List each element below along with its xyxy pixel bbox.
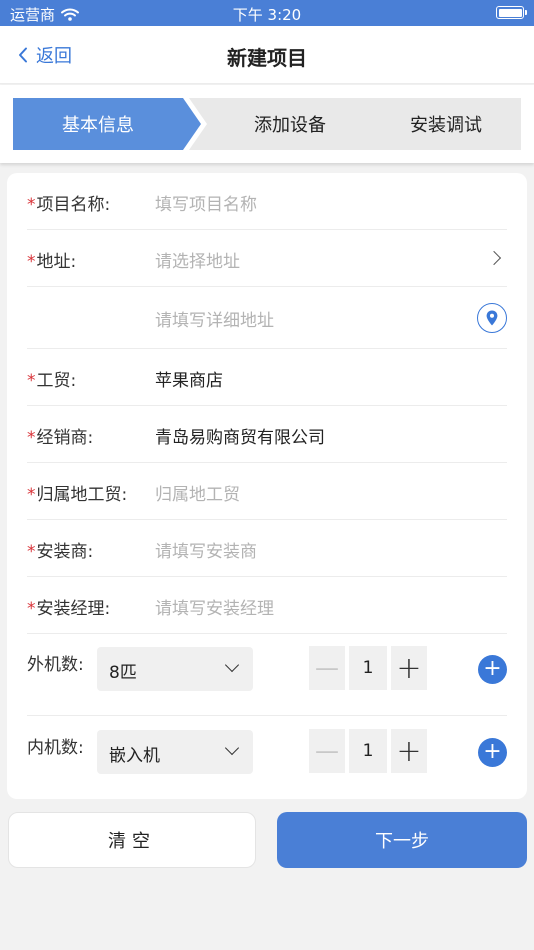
project-form: *项目名称: 填写项目名称 *地址: 请选择地址 请填写详细地址 *工贸: 苹果… — [7, 173, 527, 799]
add-indoor-button[interactable]: + — [478, 738, 507, 767]
step-add-device[interactable]: 添加设备 — [189, 98, 379, 150]
step-indicator: 基本信息 添加设备 安装调试 — [0, 85, 534, 163]
field-label: *工贸: — [27, 371, 77, 391]
home-gongmao-field[interactable]: *归属地工贸: 归属地工贸 — [27, 463, 507, 520]
chevron-down-icon — [224, 657, 240, 673]
step-label: 添加设备 — [254, 115, 326, 136]
nav-bar: 返回 新建项目 — [0, 26, 534, 84]
battery-icon — [496, 6, 527, 19]
install-manager-field[interactable]: *安装经理: 请填写安装经理 — [27, 577, 507, 634]
outdoor-unit-label: 外机数: — [27, 655, 84, 675]
status-bar: 运营商 下午 3:20 — [0, 0, 534, 26]
outdoor-quantity-stepper: — 1 + — [309, 646, 427, 690]
installer-input[interactable]: 请填写安装商 — [155, 537, 257, 562]
dealer-value: 青岛易购商贸有限公司 — [155, 428, 325, 448]
gongmao-value: 苹果商店 — [155, 371, 223, 391]
add-outdoor-button[interactable]: + — [478, 655, 507, 684]
step-label: 安装调试 — [410, 115, 482, 136]
quantity-value: 1 — [349, 646, 387, 690]
indoor-unit-label: 内机数: — [27, 738, 84, 758]
page-title: 新建项目 — [227, 46, 307, 70]
gongmao-field: *工贸: 苹果商店 — [27, 349, 507, 406]
clear-button[interactable]: 清空 — [8, 812, 256, 868]
indoor-type-select[interactable]: 嵌入机 — [97, 730, 253, 774]
next-step-button[interactable]: 下一步 — [277, 812, 527, 868]
indoor-type-value: 嵌入机 — [109, 746, 160, 766]
outdoor-type-value: 8匹 — [109, 663, 137, 683]
status-time: 下午 3:20 — [232, 6, 302, 24]
increment-button[interactable]: + — [391, 646, 427, 690]
address-detail-field[interactable]: 请填写详细地址 — [27, 287, 507, 349]
field-label: *经销商: — [27, 428, 94, 448]
step-install-debug[interactable]: 安装调试 — [357, 98, 521, 150]
outdoor-unit-row: 外机数: 8匹 — 1 + + — [27, 634, 507, 716]
decrement-button[interactable]: — — [309, 646, 345, 690]
field-label: *地址: — [27, 252, 77, 272]
quantity-value: 1 — [349, 729, 387, 773]
location-pin-icon[interactable] — [477, 303, 507, 333]
field-label: *项目名称: — [27, 195, 111, 215]
home-gongmao-input[interactable]: 归属地工贸 — [155, 480, 240, 505]
outdoor-type-select[interactable]: 8匹 — [97, 647, 253, 691]
indoor-unit-row: 内机数: 嵌入机 — 1 + + — [27, 716, 507, 799]
address-select[interactable]: 请选择地址 — [155, 247, 240, 272]
installer-field[interactable]: *安装商: 请填写安装商 — [27, 520, 507, 577]
address-field[interactable]: *地址: 请选择地址 — [27, 230, 507, 287]
increment-button[interactable]: + — [391, 729, 427, 773]
field-label: *安装商: — [27, 542, 94, 562]
address-detail-input[interactable]: 请填写详细地址 — [155, 306, 274, 331]
field-label: *归属地工贸: — [27, 485, 128, 505]
dealer-field: *经销商: 青岛易购商贸有限公司 — [27, 406, 507, 463]
install-manager-input[interactable]: 请填写安装经理 — [155, 594, 274, 619]
decrement-button[interactable]: — — [309, 729, 345, 773]
project-name-field[interactable]: *项目名称: 填写项目名称 — [27, 173, 507, 230]
field-label: *安装经理: — [27, 599, 111, 619]
chevron-down-icon — [224, 740, 240, 756]
project-name-input[interactable]: 填写项目名称 — [155, 190, 257, 215]
step-basic-info[interactable]: 基本信息 — [13, 98, 201, 150]
chevron-right-icon[interactable] — [486, 250, 502, 266]
indoor-quantity-stepper: — 1 + — [309, 729, 427, 773]
step-label: 基本信息 — [62, 115, 134, 136]
